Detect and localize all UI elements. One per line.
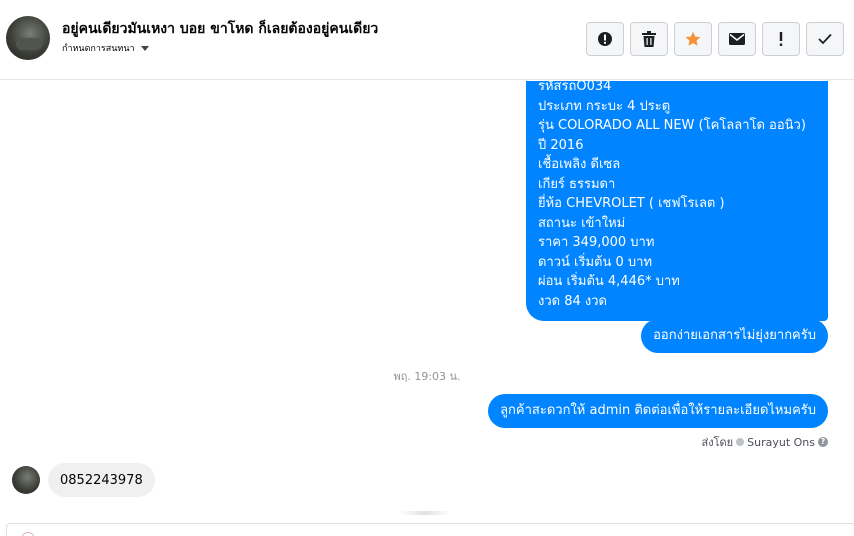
conversation-settings-dropdown[interactable]: กำหนดการสนทนา xyxy=(62,41,149,55)
envelope-icon xyxy=(729,33,745,45)
message-line: ยี่ห้อ CHEVROLET ( เชฟโรเลต ) xyxy=(538,196,725,211)
message-line: ประเภท กระบะ 4 ประตู xyxy=(538,98,671,114)
message-car-details[interactable]: รหัสรถO034 ประเภท กระบะ 4 ประตู รุ่น COL… xyxy=(526,81,828,321)
sent-by-label: ส่งโดย xyxy=(701,436,734,449)
check-icon xyxy=(818,33,832,45)
delete-button[interactable] xyxy=(630,22,668,56)
message-thread[interactable]: รหัสรถO034 ประเภท กระบะ 4 ประตู รุ่น COL… xyxy=(0,81,854,521)
alert-icon xyxy=(598,32,612,46)
mark-done-button[interactable] xyxy=(806,22,844,56)
message-line: รุ่น COLORADO ALL NEW (โคโลลาโด ออนิว) xyxy=(538,118,806,133)
star-button[interactable] xyxy=(674,22,712,56)
mark-spam-button[interactable] xyxy=(586,22,624,56)
help-icon[interactable]: ? xyxy=(818,437,828,447)
message-composer[interactable] xyxy=(6,523,854,536)
exclamation-icon xyxy=(779,32,783,46)
scroll-fade-divider xyxy=(400,511,450,515)
sent-by-info: ส่งโดย Surayut Ons ? xyxy=(702,433,828,451)
message-line: ผ่อน เริ่มต้น 4,446* บาท xyxy=(538,274,680,289)
message-line: เกียร์ ธรรมดา xyxy=(538,176,616,192)
message-customer-reply[interactable]: 0852243978 xyxy=(48,463,155,497)
sender-dot-icon xyxy=(736,438,745,446)
message-line: สถานะ เข้าใหม่ xyxy=(538,215,626,231)
contact-avatar[interactable] xyxy=(6,16,50,60)
composer-avatar-icon xyxy=(21,532,35,536)
message-easy-docs[interactable]: ออกง่ายเอกสารไม่ยุ่งยากครับ xyxy=(641,319,828,353)
message-admin-contact[interactable]: ลูกค้าสะดวกให้ admin ติดต่อเพื่อให้รายละ… xyxy=(488,394,828,428)
conversation-settings-label: กำหนดการสนทนา xyxy=(62,44,135,54)
mark-unread-button[interactable] xyxy=(718,22,756,56)
message-line: งวด 84 งวด xyxy=(538,293,607,309)
message-line: เชื้อเพลิง ดีเซล xyxy=(538,157,621,172)
contact-name[interactable]: อยู่คนเดียวมันเหงา บอย ขาโหด ก็เลยต้องอย… xyxy=(62,18,378,40)
customer-avatar[interactable] xyxy=(12,466,40,494)
header-actions xyxy=(586,22,844,56)
message-line: ดาวน์ เริ่มต้น 0 บาท xyxy=(538,254,653,270)
conversation-header: อยู่คนเดียวมันเหงา บอย ขาโหด ก็เลยต้องอย… xyxy=(0,0,854,80)
message-line: ราคา 349,000 บาท xyxy=(538,235,655,250)
follow-up-button[interactable] xyxy=(762,22,800,56)
sent-by-name[interactable]: Surayut Ons xyxy=(747,436,815,449)
message-line: รหัสรถO034 xyxy=(538,81,612,94)
trash-icon xyxy=(642,31,656,47)
caret-down-icon xyxy=(140,45,149,51)
star-icon xyxy=(685,31,701,46)
message-line: ปี 2016 xyxy=(538,137,584,153)
message-timestamp: พฤ. 19:03 น. xyxy=(393,370,461,383)
